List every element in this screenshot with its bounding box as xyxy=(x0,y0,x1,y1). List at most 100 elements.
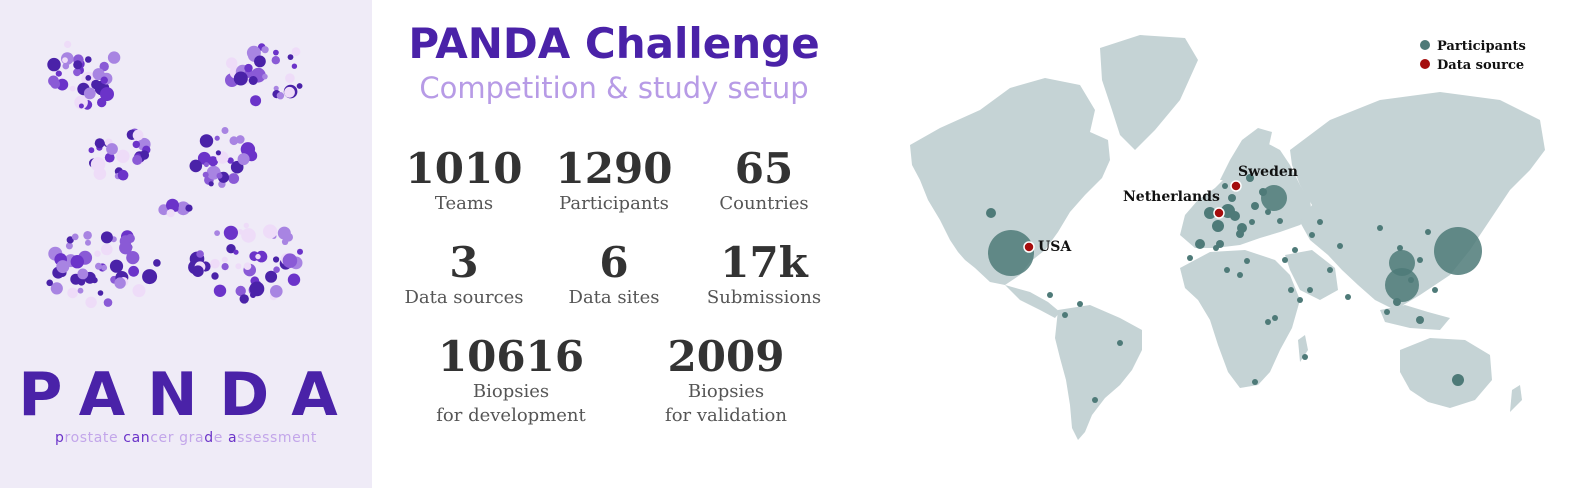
participant-marker xyxy=(1224,267,1230,273)
participant-marker xyxy=(1302,354,1308,360)
participant-marker xyxy=(1236,230,1244,238)
tissue-dot xyxy=(77,268,89,280)
tissue-dot xyxy=(196,250,204,258)
tissue-dot xyxy=(255,253,261,260)
tissue-dot xyxy=(291,47,301,57)
tissue-dot xyxy=(229,136,239,146)
stat-label: Submissions xyxy=(706,287,822,308)
participant-marker xyxy=(1397,245,1403,251)
label-netherlands: Netherlands xyxy=(1123,189,1220,205)
tagline-part: c xyxy=(123,430,132,446)
tissue-dot xyxy=(94,250,101,257)
stat-data-sources: 3 Data sources xyxy=(394,240,534,310)
tissue-dot xyxy=(83,231,92,240)
tissue-dots-logo xyxy=(46,40,303,308)
tissue-dot xyxy=(233,249,239,255)
tissue-dot xyxy=(101,243,113,256)
tissue-dot xyxy=(211,272,219,280)
participant-marker xyxy=(1077,301,1083,307)
tissue-dot xyxy=(126,251,140,265)
stat-participants: 1290 Participants xyxy=(544,146,684,216)
tissue-dot xyxy=(226,57,238,69)
tissue-dot xyxy=(91,277,98,284)
tissue-dot xyxy=(185,204,193,212)
tissue-dot xyxy=(125,233,135,243)
tissue-dot xyxy=(117,169,129,181)
tissue-dot xyxy=(221,263,229,271)
tissue-dot xyxy=(100,87,114,102)
tissue-dot xyxy=(277,226,291,240)
data-source-marker xyxy=(1230,180,1242,192)
tissue-dot xyxy=(273,49,279,56)
tissue-dot xyxy=(90,157,106,172)
tissue-dot xyxy=(114,277,126,289)
participant-marker xyxy=(1251,202,1259,210)
tissue-dot xyxy=(100,231,113,244)
participant-marker xyxy=(1393,298,1401,306)
tissue-dot xyxy=(48,75,59,87)
tissue-dot xyxy=(216,172,223,179)
tissue-dot xyxy=(235,263,242,270)
south-america xyxy=(1055,305,1142,440)
tissue-dot xyxy=(132,129,144,141)
participant-marker xyxy=(1297,297,1303,303)
africa xyxy=(1180,250,1300,388)
indonesia xyxy=(1380,305,1450,330)
tissue-dot xyxy=(210,258,220,269)
stat-value: 65 xyxy=(734,144,794,193)
participant-marker xyxy=(1389,250,1415,276)
tissue-dot xyxy=(77,287,84,294)
tissue-dot xyxy=(153,259,161,267)
tissue-dot xyxy=(221,127,229,134)
australia xyxy=(1400,338,1492,408)
tissue-dot xyxy=(85,296,97,308)
participant-marker xyxy=(1222,183,1228,189)
participant-marker xyxy=(1408,277,1414,283)
participant-marker xyxy=(1265,209,1271,215)
participant-marker xyxy=(1288,287,1294,293)
participant-marker xyxy=(1187,255,1193,261)
participant-marker xyxy=(1265,319,1271,325)
stat-value: 3 xyxy=(449,238,479,287)
legend-data-source-label: Data source xyxy=(1437,58,1524,73)
tissue-dot xyxy=(166,209,175,218)
participant-marker xyxy=(1062,312,1068,318)
stat-label: Biopsies for validation xyxy=(665,381,787,426)
stat-val-biopsies: 2009 Biopsies for validation xyxy=(636,334,816,428)
tissue-dot xyxy=(101,264,108,271)
tagline-part: p xyxy=(55,430,65,446)
tissue-dot xyxy=(287,273,301,286)
participant-marker xyxy=(1047,292,1053,298)
participant-marker xyxy=(1416,316,1424,324)
stat-countries: 65 Countries xyxy=(694,146,834,216)
tissue-dot xyxy=(296,83,303,89)
tissue-dot xyxy=(56,260,70,274)
logo-wordmark: PANDA xyxy=(18,360,360,430)
tissue-dot xyxy=(263,224,278,239)
tissue-dot xyxy=(192,265,204,278)
participant-marker xyxy=(1452,374,1464,386)
tissue-dot xyxy=(91,79,101,90)
tissue-dot xyxy=(233,71,248,86)
tissue-dot xyxy=(273,266,280,274)
tissue-dot xyxy=(71,233,79,241)
tissue-dot xyxy=(46,279,53,287)
tissue-dot xyxy=(250,95,262,107)
participant-marker xyxy=(1309,232,1315,238)
tissue-dot xyxy=(241,228,256,243)
tissue-dot xyxy=(244,63,253,73)
tissue-dot xyxy=(116,149,130,163)
tissue-dot xyxy=(203,162,209,168)
tissue-dot xyxy=(83,87,96,100)
map-legend: Participants Data source xyxy=(1420,39,1526,73)
tissue-dot xyxy=(85,239,91,246)
stat-value: 6 xyxy=(599,238,629,287)
tissue-dot xyxy=(189,159,203,173)
central-america xyxy=(1005,285,1060,318)
stat-value: 1290 xyxy=(555,144,673,193)
participant-marker xyxy=(1249,219,1255,225)
participant-marker xyxy=(1092,397,1098,403)
participant-marker xyxy=(1195,239,1205,249)
participant-marker xyxy=(1212,220,1224,232)
tissue-dot xyxy=(254,55,266,68)
